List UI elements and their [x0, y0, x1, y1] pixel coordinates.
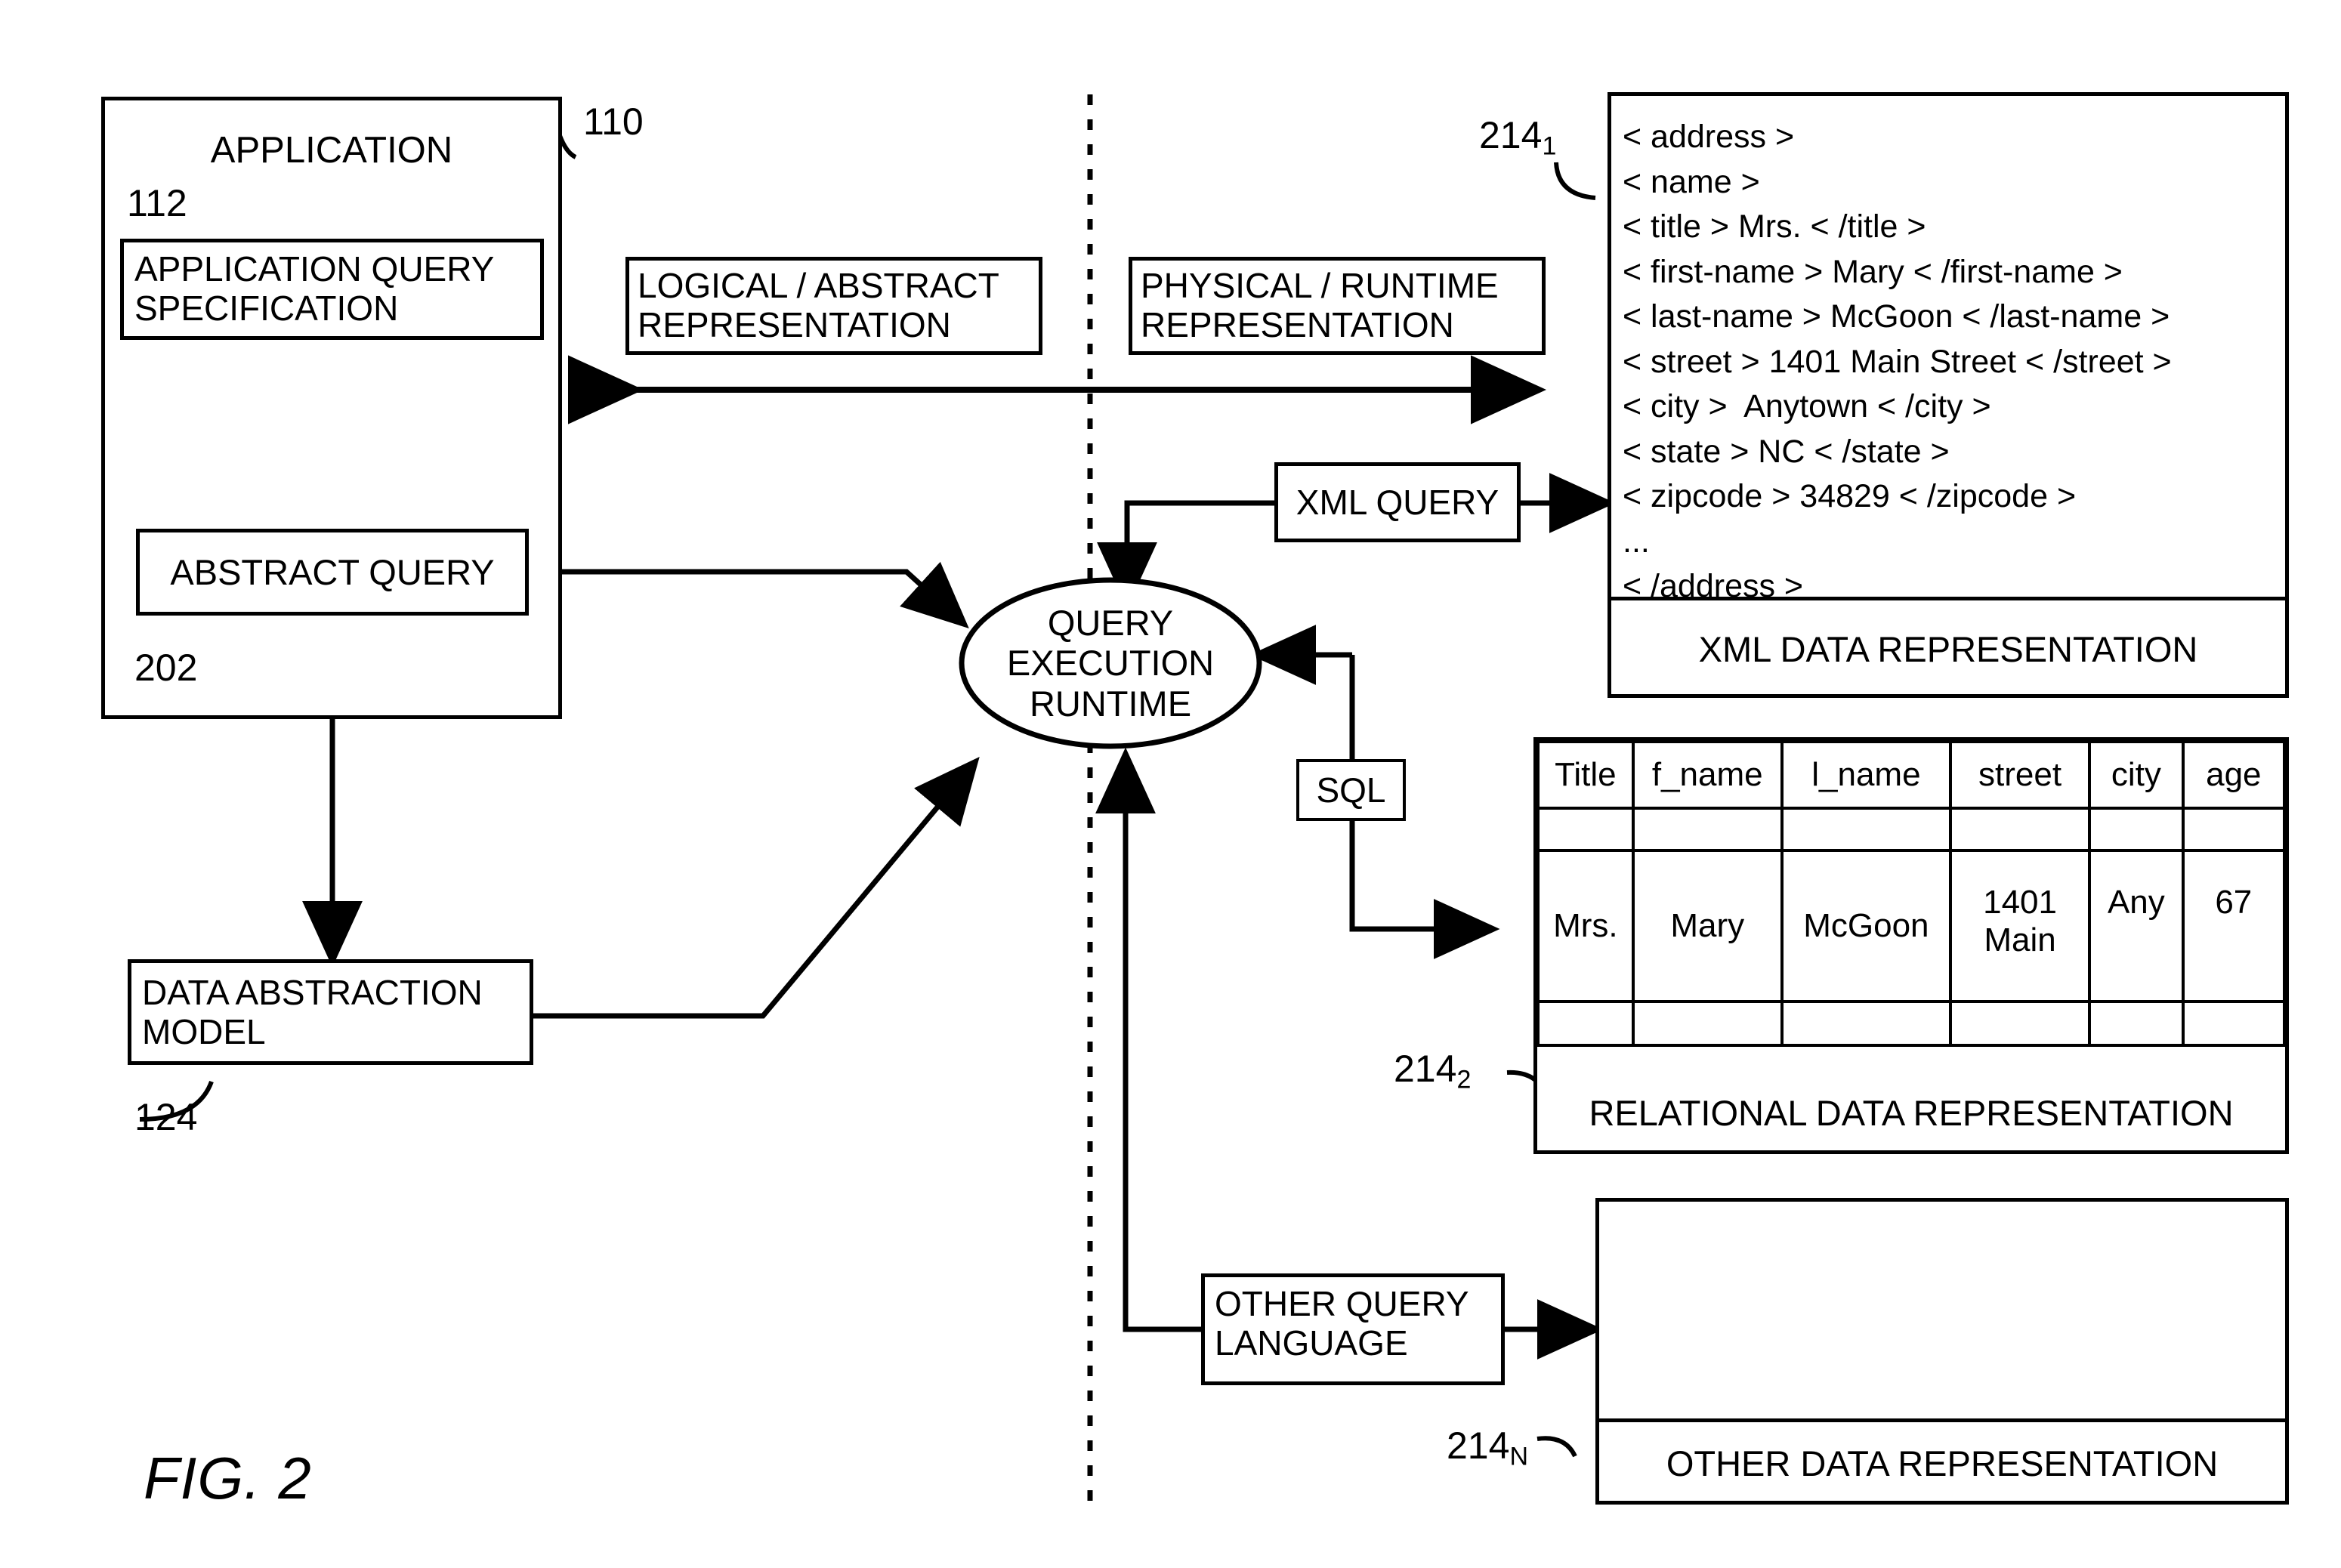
- figure-caption: FIG. 2: [144, 1445, 312, 1511]
- relational-data-table: Title f_name l_name street city age Mrs.…: [1536, 740, 2287, 1047]
- sql-label: SQL: [1316, 770, 1386, 810]
- cell-empty: [2181, 807, 2287, 852]
- ref-214-2-number: 214: [1394, 1048, 1457, 1090]
- ref-214-n-subscript: N: [1509, 1442, 1528, 1471]
- cell-empty: [1631, 1000, 1784, 1047]
- table-col-lname: l_name: [1780, 740, 1952, 810]
- runtime-line-3: RUNTIME: [1029, 683, 1192, 724]
- cell-empty: [1536, 1000, 1635, 1047]
- ref-214-n-number: 214: [1447, 1424, 1510, 1467]
- cell-age: 67: [2181, 849, 2287, 1003]
- ref-214-1-number: 214: [1479, 114, 1543, 156]
- query-execution-runtime-label: QUERY EXECUTION RUNTIME: [962, 595, 1259, 731]
- logical-abstract-representation-label: LOGICAL / ABSTRACT REPRESENTATION: [638, 266, 999, 345]
- table-row: Mrs. Mary McGoon 1401 Main Any 67: [1536, 849, 2287, 1003]
- xml-data-content: < address > < name > < title > Mrs. < /t…: [1623, 119, 2172, 605]
- cell-fname: Mary: [1631, 849, 1784, 1003]
- cell-lname: McGoon: [1780, 849, 1952, 1003]
- cell-street: 1401 Main: [1948, 849, 2092, 1003]
- xml-query-label: XML QUERY: [1296, 482, 1499, 522]
- physical-runtime-representation-label: PHYSICAL / RUNTIME REPRESENTATION: [1141, 266, 1499, 345]
- ref-202: 202: [134, 647, 198, 689]
- cell-empty: [1948, 807, 2092, 852]
- table-header-row: Title f_name l_name street city age: [1536, 740, 2287, 810]
- table-col-fname: f_name: [1631, 740, 1784, 810]
- cell-empty: [1631, 807, 1784, 852]
- ref-214-1: 2141: [1479, 113, 1556, 162]
- abstract-query-label: ABSTRACT QUERY: [170, 551, 495, 592]
- ref-124: 124: [134, 1096, 198, 1138]
- relational-data-representation-caption: RELATIONAL DATA REPRESENTATION: [1589, 1093, 2234, 1134]
- cell-empty: [1948, 1000, 2092, 1047]
- table-col-street: street: [1948, 740, 2092, 810]
- ref-214-2: 2142: [1394, 1047, 1471, 1095]
- patent-figure-2: APPLICATION 110 APPLICATION QUERY SPECIF…: [0, 0, 2341, 1568]
- runtime-line-2: EXECUTION: [1006, 643, 1215, 684]
- arrow-xmlquery-to-runtime: [1097, 500, 1274, 609]
- table-col-city: city: [2088, 740, 2185, 810]
- table-row: [1536, 807, 2287, 852]
- cell-empty: [2088, 807, 2185, 852]
- ref-110: 110: [583, 100, 644, 143]
- xml-data-representation-caption: XML DATA REPRESENTATION: [1698, 628, 2198, 669]
- ref-214-n: 214N: [1447, 1424, 1528, 1472]
- runtime-line-1: QUERY: [1047, 602, 1174, 643]
- cell-title: Mrs.: [1536, 849, 1635, 1003]
- arrow-otherquery-to-runtime: [1095, 747, 1201, 1332]
- cell-empty: [1780, 1000, 1952, 1047]
- data-abstraction-model-label: DATA ABSTRACTION MODEL: [142, 973, 483, 1052]
- table-col-age: age: [2181, 740, 2287, 810]
- leader-214-1: [1554, 162, 1596, 200]
- ref-112: 112: [127, 182, 187, 224]
- ref-214-2-subscript: 2: [1456, 1065, 1472, 1094]
- ref-214-1-subscript: 1: [1542, 131, 1557, 161]
- cell-empty: [2181, 1000, 2287, 1047]
- cell-empty: [1780, 807, 1952, 852]
- leader-214-n: [1536, 1436, 1577, 1458]
- application-label: APPLICATION: [210, 130, 453, 171]
- application-query-specification-label: APPLICATION QUERY SPECIFICATION: [134, 249, 495, 329]
- cell-city: Any: [2088, 849, 2185, 1003]
- cell-empty: [2088, 1000, 2185, 1047]
- other-data-representation-caption: OTHER DATA REPRESENTATION: [1666, 1443, 2219, 1483]
- other-query-language-label: OTHER QUERY LANGUAGE: [1215, 1284, 1469, 1363]
- arrow-dam-to-runtime: [533, 756, 980, 1019]
- cell-empty: [1536, 807, 1635, 852]
- arrow-abstract-to-runtime: [533, 561, 969, 629]
- table-col-title: Title: [1536, 740, 1635, 810]
- table-row: [1536, 1000, 2287, 1047]
